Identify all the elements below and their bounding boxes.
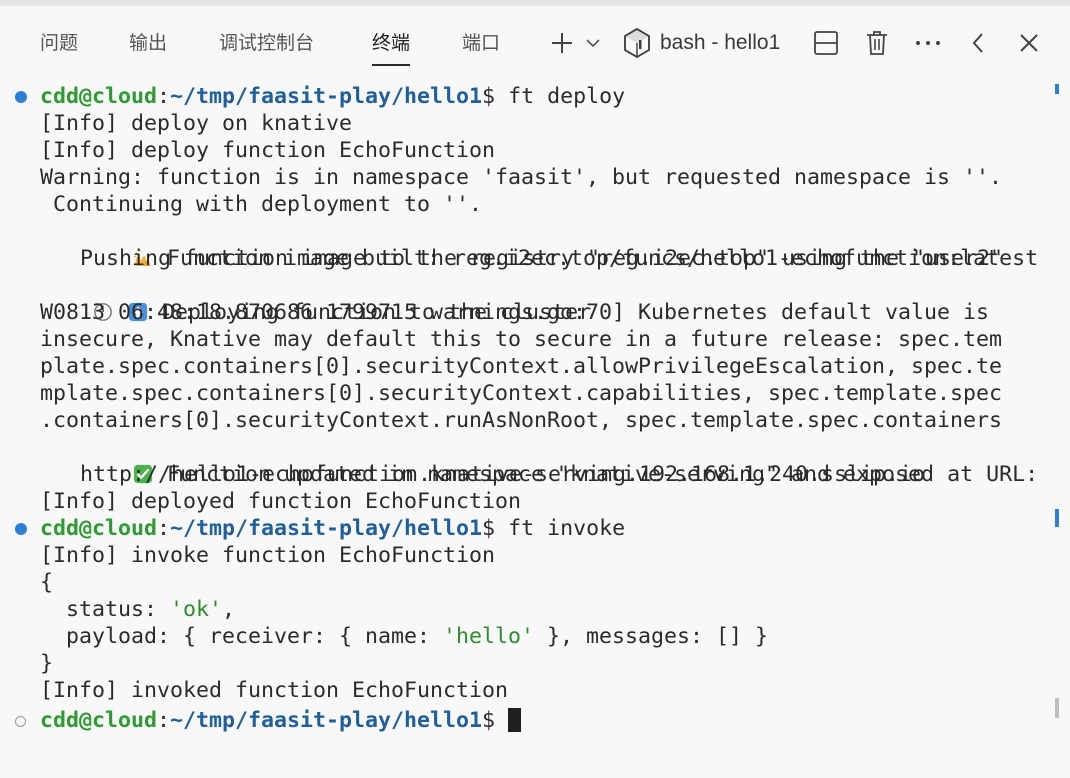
output-url[interactable]: http://hello1-echofunction.knative-servi… [80, 461, 925, 488]
json-string: 'ok' [170, 597, 223, 622]
tab-debug-console[interactable]: 调试控制台 [219, 28, 314, 58]
output-line: plate.spec.containers[0].securityContext… [40, 354, 1003, 379]
output-line: [Info] deploy on knative [40, 111, 353, 136]
more-icon[interactable] [913, 26, 943, 60]
tab-output[interactable]: 输出 [129, 28, 167, 58]
chevron-down-icon[interactable] [583, 26, 603, 60]
prompt-path: ~/tmp/faasit-play/hello1 [170, 84, 483, 109]
output-line: [Info] deploy function EchoFunction [40, 138, 496, 163]
tab-terminal[interactable]: 终端 [372, 28, 411, 66]
chevron-left-icon[interactable] [966, 26, 990, 60]
terminal-output[interactable]: cdd@cloud:~/tmp/faasit-play/hello1$ ft d… [0, 76, 1070, 778]
output-line: Function updated in namespace "knative-s… [80, 434, 1038, 487]
json-key: status: [40, 597, 171, 622]
plus-icon[interactable] [548, 26, 576, 60]
output-line: [Info] invoke function EchoFunction [40, 543, 496, 568]
prompt-symbol: $ [482, 708, 496, 733]
split-terminal-icon[interactable] [812, 26, 840, 60]
json-key: payload: { receiver: { name: [40, 624, 444, 649]
prompt-user: cdd@cloud [40, 708, 158, 733]
tab-ports[interactable]: 端口 [462, 28, 500, 58]
output-line: Warning: function is in namespace 'faasi… [40, 165, 1003, 190]
output-line: insecure, Knative may default this to se… [40, 327, 1003, 352]
command-success-decoration[interactable] [15, 91, 27, 103]
output-line: payload: { receiver: { name: 'hello' }, … [40, 623, 768, 650]
output-line: Deploying function to the cluster [40, 272, 591, 325]
command-success-decoration[interactable] [15, 523, 27, 535]
output-line: status: 'ok', [40, 596, 235, 623]
close-icon[interactable] [1016, 26, 1042, 60]
output-line: mplate.spec.containers[0].securityContex… [40, 381, 1003, 406]
trash-icon[interactable] [864, 26, 890, 60]
output-line: Continuing with deployment to ''. [40, 192, 483, 217]
terminal-shell-icon [624, 28, 650, 58]
output-line: [Info] invoked function EchoFunction [40, 678, 509, 703]
output-line: { [40, 570, 54, 595]
output-line: [Info] deployed function EchoFunction [40, 489, 522, 514]
scrollbar-marker [1055, 509, 1059, 527]
prompt-symbol: $ [482, 516, 496, 541]
terminal-selector[interactable]: bash - hello1 [624, 28, 780, 58]
json-punct: , [222, 597, 236, 622]
prompt-line: cdd@cloud:~/tmp/faasit-play/hello1$ ft i… [40, 516, 626, 541]
prompt-user: cdd@cloud [40, 516, 158, 541]
json-punct: }, messages: [] } [534, 624, 769, 649]
json-string: 'hello' [443, 624, 535, 649]
output-line: .containers[0].securityContext.runAsNonR… [40, 408, 1003, 433]
output-line: W0813 06:48:18.870686 1799715 warnings.g… [40, 300, 990, 325]
command-text: ft invoke [508, 516, 626, 541]
output-line: } [40, 651, 54, 676]
prompt-path: ~/tmp/faasit-play/hello1 [170, 708, 483, 733]
scrollbar-marker [1055, 84, 1059, 94]
prompt-line: cdd@cloud:~/tmp/faasit-play/hello1$ [40, 707, 522, 734]
output-line: Function image built: reg.i2ec.top/funcs… [80, 218, 1038, 271]
command-pending-decoration[interactable] [15, 716, 26, 727]
scrollbar-thumb[interactable] [1055, 698, 1059, 718]
output-line: Pushing function image to the registry "… [80, 246, 1004, 271]
terminal-cursor [508, 708, 522, 732]
terminal-name: bash - hello1 [660, 31, 781, 54]
prompt-path: ~/tmp/faasit-play/hello1 [170, 516, 483, 541]
prompt-line: cdd@cloud:~/tmp/faasit-play/hello1$ ft d… [40, 84, 626, 109]
tab-problems[interactable]: 问题 [40, 28, 78, 58]
prompt-symbol: $ [482, 84, 496, 109]
prompt-user: cdd@cloud [40, 84, 158, 109]
active-tab-indicator [372, 64, 411, 66]
command-text: ft deploy [508, 84, 626, 109]
tab-terminal-label: 终端 [372, 32, 411, 54]
panel-tab-bar: 问题 输出 调试控制台 终端 端口 bash - hello1 [0, 6, 1070, 76]
